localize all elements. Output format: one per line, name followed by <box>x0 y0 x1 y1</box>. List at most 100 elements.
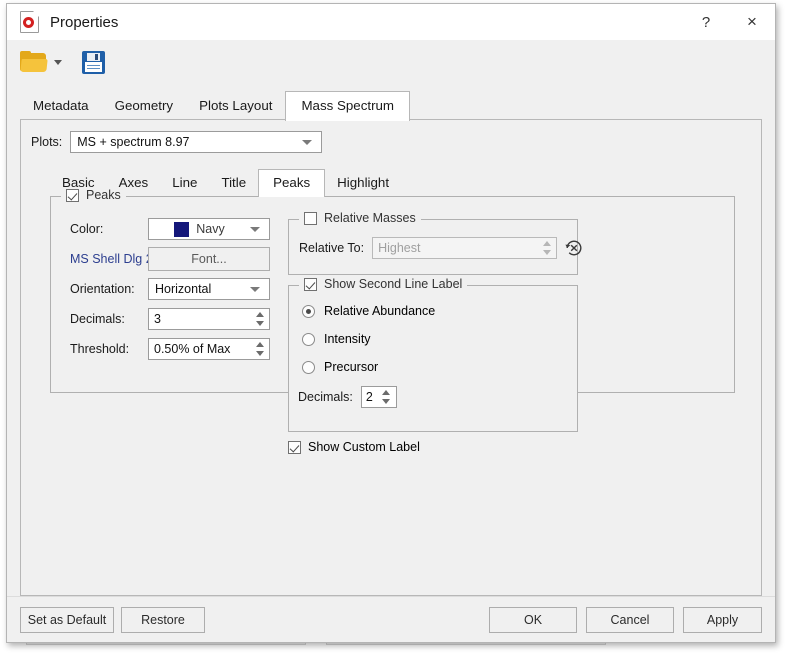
stepper-down-icon[interactable] <box>382 399 391 404</box>
orientation-select-value: Horizontal <box>155 282 212 296</box>
open-button[interactable] <box>20 51 62 73</box>
color-select-value: Navy <box>196 222 225 236</box>
title-bar: Properties ? × <box>7 4 775 40</box>
stepper-buttons[interactable] <box>379 387 394 407</box>
radio-relative-abundance[interactable]: Relative Abundance <box>302 304 435 318</box>
restore-button[interactable]: Restore <box>121 607 205 633</box>
plots-select[interactable]: MS + spectrum 8.97 <box>70 131 323 153</box>
document-red-badge-icon <box>20 11 39 33</box>
tab-metadata[interactable]: Metadata <box>20 93 102 120</box>
close-button[interactable]: × <box>729 4 775 40</box>
help-button[interactable]: ? <box>683 4 729 40</box>
tab-highlight[interactable]: Highlight <box>325 171 401 196</box>
stepper-buttons <box>539 238 554 258</box>
title-bar-buttons: ? × <box>683 4 775 40</box>
properties-dialog: Properties ? × Metadata Geometry Plots L… <box>6 3 776 643</box>
relative-to-label: Relative To: <box>299 241 365 255</box>
stepper-up-icon[interactable] <box>255 342 264 347</box>
chevron-down-icon <box>302 139 313 145</box>
radio-relative-abundance-label: Relative Abundance <box>324 304 436 318</box>
relative-to-row: Relative To: Highest <box>299 236 583 260</box>
tab-line[interactable]: Line <box>160 171 209 196</box>
peaks-groupbox-header[interactable]: Peaks <box>61 188 126 202</box>
save-floppy-icon <box>82 50 105 74</box>
peaks-groupbox: Peaks Color: Navy MS Shell Dlg 2 Font... <box>50 188 735 454</box>
mass-spectrum-panel: Plots: MS + spectrum 8.97 Basic Axes Lin… <box>20 119 762 596</box>
show-custom-label-text: Show Custom Label <box>308 440 420 454</box>
peaks-decimals-label: Decimals: <box>70 312 125 326</box>
second-line-label-groupbox: Show Second Line Label Relative Abundanc… <box>288 277 578 432</box>
tab-geometry[interactable]: Geometry <box>102 93 187 120</box>
ok-button[interactable]: OK <box>489 607 577 633</box>
stepper-buttons[interactable] <box>252 309 267 329</box>
open-folder-icon <box>20 51 48 73</box>
font-name-label: MS Shell Dlg 2 <box>70 252 153 266</box>
stepper-down-icon[interactable] <box>255 321 264 326</box>
font-row: MS Shell Dlg 2 Font... <box>70 247 270 271</box>
cancel-button[interactable]: Cancel <box>586 607 674 633</box>
reset-circular-arrow-icon <box>565 240 582 256</box>
chevron-down-icon <box>250 286 260 292</box>
relative-masses-checkbox[interactable] <box>304 211 317 225</box>
threshold-label: Threshold: <box>70 342 130 356</box>
apply-button[interactable]: Apply <box>683 607 762 633</box>
orientation-select[interactable]: Horizontal <box>148 278 270 300</box>
second-line-label-title: Show Second Line Label <box>324 277 463 291</box>
stepper-down-icon[interactable] <box>255 351 264 356</box>
chevron-down-icon[interactable] <box>54 59 62 65</box>
plots-label: Plots: <box>31 135 63 149</box>
orientation-label: Orientation: <box>70 282 135 296</box>
reset-relative-to-button[interactable] <box>557 235 583 261</box>
peaks-decimals-stepper[interactable]: 3 <box>148 308 270 330</box>
color-swatch <box>174 221 190 237</box>
orientation-row: Orientation: Horizontal <box>70 277 270 301</box>
color-select[interactable]: Navy <box>148 218 270 240</box>
window-title: Properties <box>50 13 119 31</box>
stepper-up-icon <box>542 241 551 246</box>
second-line-decimals-row: Decimals: 2 <box>298 385 397 409</box>
stepper-buttons[interactable] <box>252 339 267 359</box>
radio-indicator[interactable] <box>302 332 315 346</box>
second-line-decimals-label: Decimals: <box>298 390 353 404</box>
second-line-decimals-stepper[interactable]: 2 <box>360 386 397 408</box>
radio-precursor[interactable]: Precursor <box>302 360 378 374</box>
radio-precursor-label: Precursor <box>324 360 379 374</box>
relative-masses-label: Relative Masses <box>324 211 416 225</box>
plots-select-value: MS + spectrum 8.97 <box>77 135 190 149</box>
outer-tab-bar: Metadata Geometry Plots Layout Mass Spec… <box>20 91 411 121</box>
save-button[interactable] <box>68 50 105 74</box>
threshold-row: Threshold: 0.50% of Max <box>70 337 270 361</box>
color-label: Color: <box>70 222 104 236</box>
relative-to-value: Highest <box>378 241 421 255</box>
show-custom-label-row[interactable]: Show Custom Label <box>288 440 420 454</box>
stepper-up-icon[interactable] <box>255 312 264 317</box>
radio-indicator[interactable] <box>302 304 315 318</box>
tab-peaks[interactable]: Peaks <box>258 169 326 197</box>
chevron-down-icon <box>250 226 260 232</box>
relative-masses-groupbox: Relative Masses Relative To: Highest <box>288 211 582 275</box>
set-as-default-button[interactable]: Set as Default <box>20 607 114 633</box>
radio-indicator[interactable] <box>302 360 315 374</box>
color-row: Color: Navy <box>70 217 270 241</box>
stepper-up-icon[interactable] <box>382 390 391 395</box>
radio-intensity-label: Intensity <box>324 332 371 346</box>
second-line-decimals-value: 2 <box>365 390 373 404</box>
second-line-label-checkbox[interactable] <box>304 277 317 291</box>
tab-mass-spectrum[interactable]: Mass Spectrum <box>285 91 411 121</box>
second-line-label-header[interactable]: Show Second Line Label <box>299 277 468 291</box>
dialog-footer: Set as Default Restore OK Cancel Apply <box>7 596 775 642</box>
show-custom-label-checkbox[interactable] <box>288 440 301 454</box>
tab-title[interactable]: Title <box>209 171 258 196</box>
font-button[interactable]: Font... <box>148 247 270 271</box>
relative-to-stepper: Highest <box>372 237 558 259</box>
relative-masses-header[interactable]: Relative Masses <box>299 211 421 225</box>
tab-plots-layout[interactable]: Plots Layout <box>186 93 285 120</box>
threshold-stepper[interactable]: 0.50% of Max <box>148 338 270 360</box>
peaks-decimals-row: Decimals: 3 <box>70 307 270 331</box>
toolbar <box>7 40 775 84</box>
peaks-enable-checkbox[interactable] <box>66 188 79 202</box>
threshold-value: 0.50% of Max <box>154 342 231 356</box>
peaks-groupbox-label: Peaks <box>86 188 121 202</box>
radio-intensity[interactable]: Intensity <box>302 332 371 346</box>
plots-row: Plots: MS + spectrum 8.97 <box>31 131 323 153</box>
